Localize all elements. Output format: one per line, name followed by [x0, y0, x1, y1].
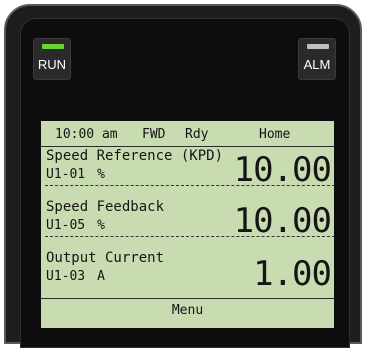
- alarm-led-icon: [307, 44, 329, 49]
- monitor-label: Speed Reference (KPD): [46, 148, 224, 164]
- run-indicator-label: RUN: [37, 57, 67, 72]
- monitor-unit: %: [97, 218, 105, 233]
- monitor-label: Output Current: [46, 250, 165, 266]
- monitor-unit: %: [97, 167, 105, 182]
- lcd-display: 10:00 am FWD Rdy Home Speed Reference (K…: [41, 121, 335, 329]
- monitor-value: 10.00: [233, 201, 332, 241]
- run-indicator: RUN: [33, 38, 71, 80]
- monitor-param: U1-03 A: [46, 268, 105, 285]
- status-state: Rdy: [185, 127, 209, 142]
- status-direction: FWD: [142, 127, 166, 142]
- menu-softkey[interactable]: Menu: [41, 298, 334, 329]
- monitor-value: 10.00: [233, 150, 332, 190]
- alarm-indicator: ALM: [298, 38, 336, 80]
- alarm-indicator-label: ALM: [303, 57, 331, 72]
- status-mode: Home: [259, 127, 291, 142]
- monitor-param: U1-05%: [46, 217, 105, 234]
- monitor-label: Speed Feedback: [46, 199, 165, 215]
- monitor-param-code: U1-01: [46, 167, 86, 182]
- monitor-param-code: U1-03: [46, 269, 86, 284]
- monitor-value: 1.00: [253, 254, 332, 294]
- monitor-param-code: U1-05: [46, 218, 86, 233]
- monitor-unit: A: [97, 269, 105, 284]
- status-time: 10:00 am: [55, 127, 118, 142]
- status-bar: 10:00 am FWD Rdy Home: [41, 121, 334, 147]
- run-led-icon: [42, 44, 64, 49]
- monitor-param: U1-01%: [46, 166, 105, 183]
